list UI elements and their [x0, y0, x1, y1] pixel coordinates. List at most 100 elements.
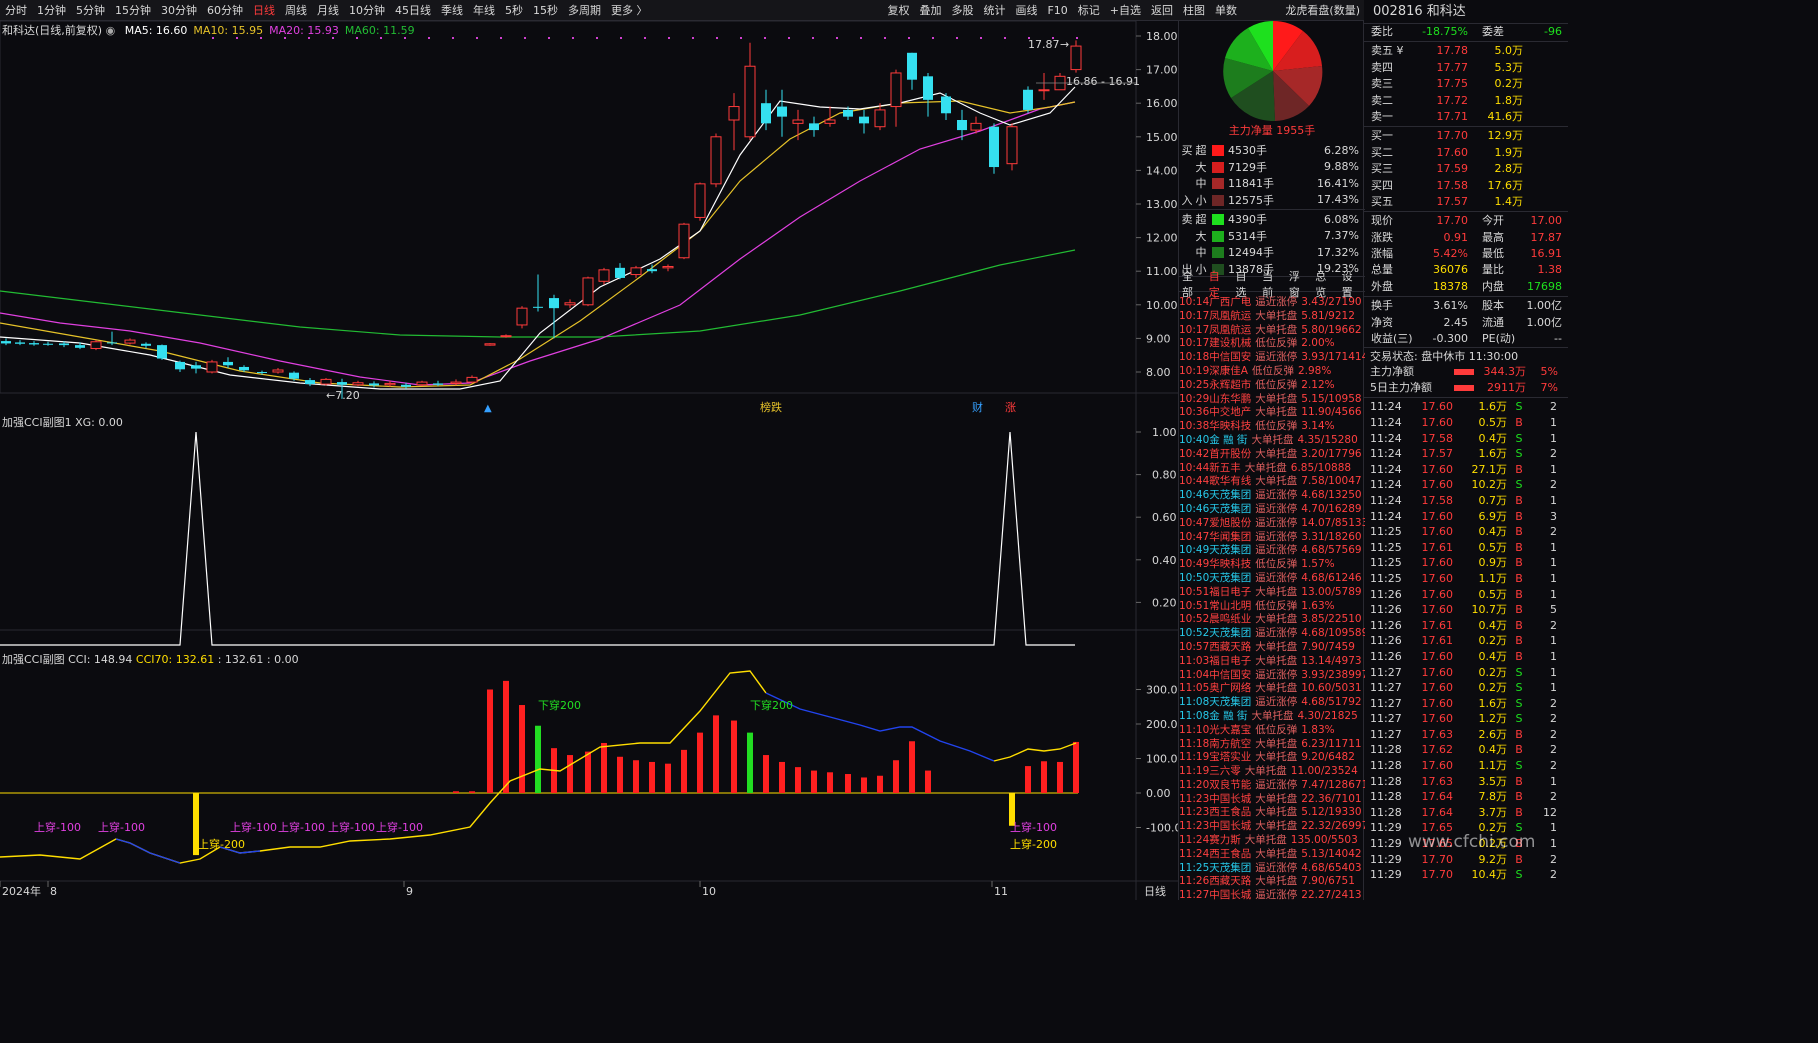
alert-row[interactable]: 10:47爱旭股份 逼近涨停 14.07/85133 — [1179, 517, 1365, 531]
period-tab[interactable]: 5秒 — [500, 0, 528, 20]
tick-list[interactable]: 11:24 17.60 1.6万 S 2 11:24 17.60 0.5万 B 1 11:24 17.… — [1364, 399, 1568, 882]
alert-row[interactable]: 11:04中信国安 逼近涨停 3.93/238997 — [1179, 669, 1365, 683]
order-book-row: 卖三 17.75 0.2万 — [1364, 76, 1568, 92]
alert-stock: 新五丰 — [1209, 461, 1241, 474]
alert-time: 10:52 — [1179, 627, 1210, 640]
alert-value: 1.83% — [1301, 723, 1335, 736]
alert-row[interactable]: 10:46天茂集团 逼近涨停 4.68/13250 — [1179, 489, 1365, 503]
tab-bar-chart[interactable]: 柱图 — [1178, 0, 1210, 21]
chart-area[interactable]: 18.00 17.00 16.00 15.00 14.00 13.00 12.00 11.00… — [0, 21, 1178, 900]
period-tab[interactable]: 60分钟 — [202, 0, 248, 20]
alert-value: 11.00/23524 — [1290, 765, 1358, 778]
y-tick-label: 11.00 — [1146, 265, 1178, 278]
alert-row[interactable]: 11:23西王食品 大单托盘 5.12/19330 — [1179, 806, 1365, 820]
alert-row[interactable]: 10:17凤凰航运 大单托盘 5.81/9212 — [1179, 310, 1365, 324]
alert-row[interactable]: 10:47华闻集团 逼近涨停 3.31/18260 — [1179, 531, 1365, 545]
period-tab[interactable]: 10分钟 — [344, 0, 390, 20]
tool-button[interactable]: +自选 — [1105, 0, 1146, 20]
alert-row[interactable]: 11:05奥广网络 大单托盘 10.60/5031 — [1179, 682, 1365, 696]
alert-row[interactable]: 10:52天茂集团 逼近涨停 4.68/109589 — [1179, 627, 1365, 641]
tool-button[interactable]: 统计 — [978, 0, 1010, 20]
candle-body — [175, 361, 185, 370]
alert-row[interactable]: 10:19深康佳A 低位反弹 2.98% — [1179, 365, 1365, 379]
alert-row[interactable]: 10:44歌华有线 大单托盘 7.58/10047 — [1179, 475, 1365, 489]
period-tab[interactable]: 周线 — [280, 0, 312, 20]
alert-event: 大单托盘 — [1255, 613, 1298, 626]
tool-button[interactable]: 叠加 — [914, 0, 946, 20]
alert-row[interactable]: 11:08金 融 街大单托盘 4.30/21825 — [1179, 710, 1365, 724]
period-tab[interactable]: 年线 — [468, 0, 500, 20]
alert-row[interactable]: 11:10光大嘉宝 低位反弹 1.83% — [1179, 724, 1365, 738]
alert-time: 10:47 — [1179, 516, 1210, 529]
period-tab[interactable]: 30分钟 — [156, 0, 202, 20]
candle-body — [824, 119, 836, 124]
alert-row[interactable]: 11:27中国长城 逼近涨停 22.27/2413 — [1179, 889, 1365, 903]
alert-row[interactable]: 11:19宝塔实业 大单托盘 9.20/6482 — [1179, 751, 1365, 765]
period-tab[interactable]: 日线 — [248, 0, 280, 20]
alert-row[interactable]: 10:14广西广电 逼近涨停 3.43/27190 — [1179, 296, 1365, 310]
period-tab[interactable]: 1分钟 — [32, 0, 71, 20]
alert-row[interactable]: 10:44新五丰 大单托盘 6.85/10888 — [1179, 462, 1365, 476]
level-price: 17.57 — [1436, 194, 1469, 208]
alert-row[interactable]: 11:19三六零 大单托盘 11.00/23524 — [1179, 765, 1365, 779]
period-tab[interactable]: 分时 — [0, 0, 32, 20]
alert-row[interactable]: 11:24赛力斯 大单托盘 135.00/5503 — [1179, 834, 1365, 848]
tool-button[interactable]: 复权 — [882, 0, 914, 20]
period-tab[interactable]: 15秒 — [528, 0, 563, 20]
tick-volume: 0.2万 — [1478, 681, 1508, 695]
mid-panel-header: 柱图 单数 龙虎看盘(数量) — [1178, 0, 1364, 21]
period-tab[interactable]: 45日线 — [390, 0, 436, 20]
quote-label: 现价 — [1371, 214, 1393, 228]
alert-row[interactable]: 11:25天茂集团 逼近涨停 4.68/65403 — [1179, 862, 1365, 876]
alert-row[interactable]: 10:49天茂集团 逼近涨停 4.68/57569 — [1179, 544, 1365, 558]
settings-icon[interactable]: ◉ — [106, 24, 116, 37]
kline-chart-svg[interactable]: 18.00 17.00 16.00 15.00 14.00 13.00 12.00 11.00… — [0, 21, 1178, 900]
tool-button[interactable]: F10 — [1042, 0, 1072, 20]
alert-row[interactable]: 10:17建设机械 低位反弹 2.00% — [1179, 337, 1365, 351]
alert-row[interactable]: 10:17凤凰航运 大单托盘 5.80/19662 — [1179, 324, 1365, 338]
alert-row[interactable]: 11:23中国长城 大单托盘 22.32/26997 — [1179, 820, 1365, 834]
alert-row[interactable]: 10:49华映科技 低位反弹 1.57% — [1179, 558, 1365, 572]
flow-pct: 17.32% — [1317, 245, 1359, 259]
alert-row[interactable]: 10:51常山北明 低位反弹 1.63% — [1179, 600, 1365, 614]
tool-button[interactable]: 返回 — [1146, 0, 1178, 20]
y-tick-label: 14.00 — [1146, 164, 1178, 177]
period-tab[interactable]: 月线 — [312, 0, 344, 20]
alert-row[interactable]: 11:23中国长城 大单托盘 22.36/7101 — [1179, 793, 1365, 807]
tab-order-count[interactable]: 单数 — [1210, 0, 1242, 21]
alert-row[interactable]: 11:08天茂集团 逼近涨停 4.68/51792 — [1179, 696, 1365, 710]
period-tab[interactable]: 更多 〉 — [606, 0, 653, 20]
alert-row[interactable]: 10:46天茂集团 逼近涨停 4.70/16289 — [1179, 503, 1365, 517]
candle-body — [433, 383, 443, 385]
tool-button[interactable]: 多股 — [946, 0, 978, 20]
period-tab[interactable]: 季线 — [436, 0, 468, 20]
tick-side: B — [1515, 556, 1523, 570]
period-tab[interactable]: 多周期 — [563, 0, 606, 20]
period-tab[interactable]: 15分钟 — [110, 0, 156, 20]
alert-row[interactable]: 10:38华映科技 低位反弹 3.14% — [1179, 420, 1365, 434]
alert-row[interactable]: 11:03福日电子 大单托盘 13.14/4973 — [1179, 655, 1365, 669]
y-tick-label: 0.00 — [1146, 787, 1171, 800]
alert-event: 逼近涨停 — [1255, 861, 1298, 874]
market-alert-list[interactable]: 10:14广西广电 逼近涨停 3.43/27190 10:17凤凰航运 大单托盘 5.81… — [1179, 296, 1365, 903]
alert-row[interactable]: 10:18中信国安 逼近涨停 3.93/171414 — [1179, 351, 1365, 365]
alert-row[interactable]: 10:50天茂集团 逼近涨停 4.68/61246 — [1179, 572, 1365, 586]
alert-row[interactable]: 10:51福日电子 大单托盘 13.00/5789 — [1179, 586, 1365, 600]
alert-row[interactable]: 10:36中交地产 大单托盘 11.90/4566 — [1179, 406, 1365, 420]
alert-row[interactable]: 11:20双良节能 逼近涨停 7.47/128671 — [1179, 779, 1365, 793]
alert-row[interactable]: 11:24西王食品 大单托盘 5.13/14042 — [1179, 848, 1365, 862]
alert-row[interactable]: 10:57西藏天路 大单托盘 7.90/7459 — [1179, 641, 1365, 655]
alert-row[interactable]: 10:40金 融 街大单托盘 4.35/15280 — [1179, 434, 1365, 448]
alert-row[interactable]: 10:42首开股份 大单托盘 3.20/17796 — [1179, 448, 1365, 462]
tick-volume: 1.6万 — [1478, 400, 1508, 414]
period-tab[interactable]: 5分钟 — [71, 0, 110, 20]
alert-row[interactable]: 10:29山东华鹏 大单托盘 5.15/10958 — [1179, 393, 1365, 407]
tick-time: 11:28 — [1370, 743, 1402, 757]
alert-row[interactable]: 11:26西藏天路 大单托盘 7.90/6751 — [1179, 875, 1365, 889]
alert-value: 4.70/16289 — [1301, 502, 1362, 515]
tool-button[interactable]: 画线 — [1010, 0, 1042, 20]
alert-row[interactable]: 11:18南方航空 大单托盘 6.23/11711 — [1179, 738, 1365, 752]
alert-row[interactable]: 10:52晨鸣纸业 大单托盘 3.85/22510 — [1179, 613, 1365, 627]
alert-row[interactable]: 10:25永辉超市 低位反弹 2.12% — [1179, 379, 1365, 393]
tool-button[interactable]: 标记 — [1073, 0, 1105, 20]
